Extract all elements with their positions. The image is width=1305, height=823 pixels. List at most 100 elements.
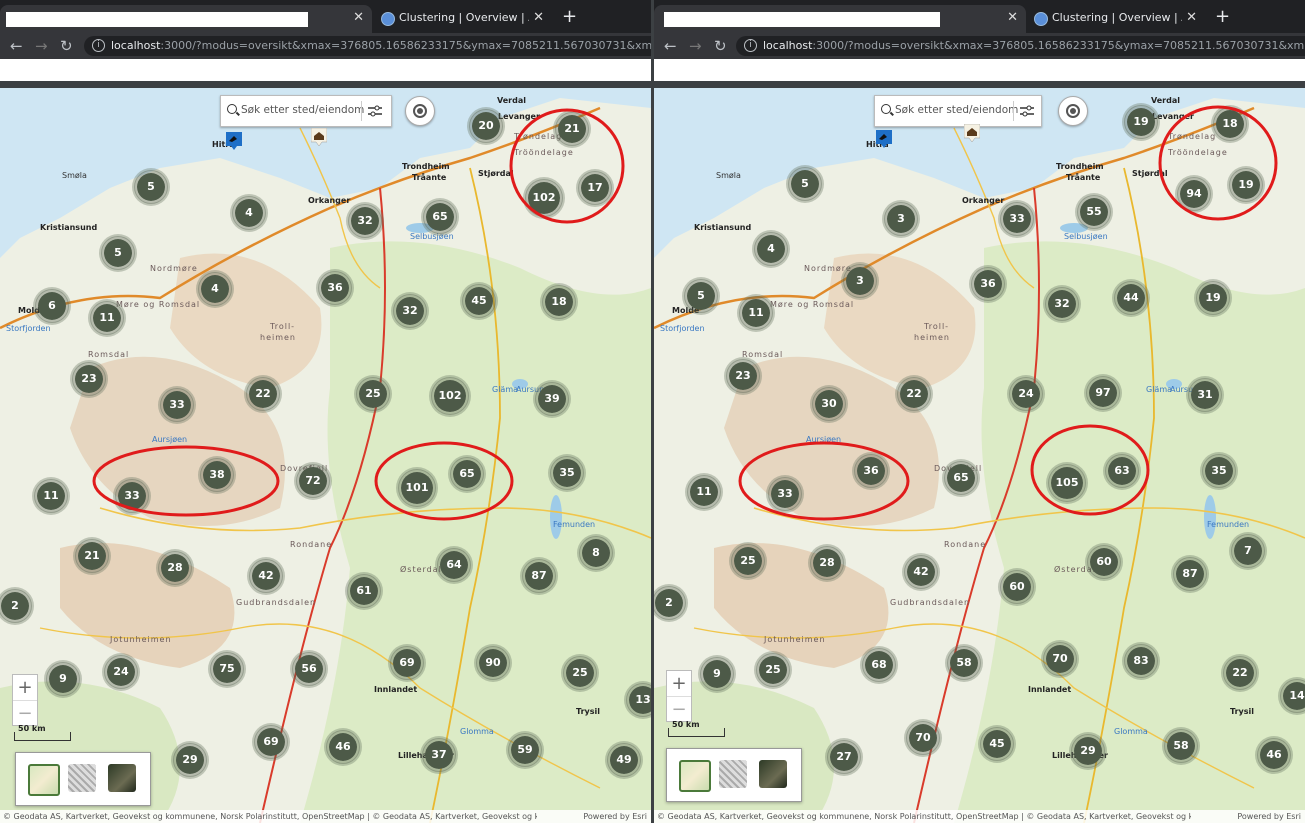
cluster-marker[interactable]: 3 xyxy=(884,202,918,236)
cluster-marker[interactable]: 42 xyxy=(904,555,938,589)
cluster-marker[interactable]: 21 xyxy=(555,112,589,146)
cluster-marker[interactable]: 11 xyxy=(90,301,124,335)
cluster-marker[interactable]: 46 xyxy=(1257,738,1291,772)
cluster-marker[interactable]: 22 xyxy=(897,377,931,411)
cluster-marker[interactable]: 5 xyxy=(788,167,822,201)
cluster-marker[interactable]: 29 xyxy=(173,743,207,777)
close-icon[interactable]: ✕ xyxy=(533,10,544,25)
info-icon[interactable]: i xyxy=(92,39,105,52)
filter-icon[interactable] xyxy=(368,105,382,117)
close-icon[interactable]: ✕ xyxy=(353,10,364,25)
new-tab-icon[interactable]: + xyxy=(1215,6,1230,27)
cluster-marker[interactable]: 94 xyxy=(1177,177,1211,211)
cluster-marker[interactable]: 70 xyxy=(1043,642,1077,676)
cluster-marker[interactable]: 20 xyxy=(469,109,503,143)
cluster-marker[interactable]: 60 xyxy=(1087,545,1121,579)
cluster-marker[interactable]: 33 xyxy=(768,477,802,511)
cluster-marker[interactable]: 58 xyxy=(1164,729,1198,763)
cluster-marker[interactable]: 3 xyxy=(843,264,877,298)
search-input[interactable]: Søk etter sted/eiendom xyxy=(895,104,1018,116)
powered-by-text[interactable]: Powered by Esri xyxy=(1237,810,1301,823)
cluster-marker[interactable]: 24 xyxy=(1009,377,1043,411)
cluster-marker[interactable]: 44 xyxy=(1114,281,1148,315)
cluster-marker[interactable]: 25 xyxy=(563,656,597,690)
forward-icon[interactable]: → xyxy=(35,37,48,55)
cluster-marker[interactable]: 7 xyxy=(1231,534,1265,568)
cluster-marker[interactable]: 87 xyxy=(522,559,556,593)
basemap-topo-button[interactable] xyxy=(679,760,711,792)
cluster-marker[interactable]: 87 xyxy=(1173,557,1207,591)
cluster-marker[interactable]: 11 xyxy=(739,296,773,330)
cluster-marker[interactable]: 39 xyxy=(535,382,569,416)
cluster-marker[interactable]: 21 xyxy=(75,539,109,573)
cluster-marker[interactable]: 65 xyxy=(423,200,457,234)
filter-icon[interactable] xyxy=(1020,105,1034,117)
info-icon[interactable]: i xyxy=(744,39,757,52)
cluster-marker[interactable]: 22 xyxy=(1223,656,1257,690)
reload-icon[interactable]: ↻ xyxy=(60,37,73,55)
cluster-marker[interactable]: 65 xyxy=(450,457,484,491)
forward-icon[interactable]: → xyxy=(689,37,702,55)
omnibox[interactable]: i localhost:3000/?modus=oversikt&xmax=37… xyxy=(84,36,651,56)
close-icon[interactable]: ✕ xyxy=(1186,10,1197,25)
cluster-marker[interactable]: 33 xyxy=(1000,202,1034,236)
cluster-marker[interactable]: 36 xyxy=(318,271,352,305)
search-widget[interactable]: Søk etter sted/eiendom xyxy=(220,95,392,127)
cluster-marker[interactable]: 60 xyxy=(1000,570,1034,604)
cluster-marker[interactable]: 32 xyxy=(1045,287,1079,321)
locate-icon[interactable] xyxy=(405,96,435,126)
basemap-topo-button[interactable] xyxy=(28,764,60,796)
zoom-in-button[interactable]: + xyxy=(13,675,37,700)
cluster-marker[interactable]: 19 xyxy=(1229,168,1263,202)
map-view[interactable]: Søk etter sted/eiendom + − 50 km © Geoda… xyxy=(0,88,651,823)
basemap-satellite-button[interactable] xyxy=(108,764,136,792)
cluster-marker[interactable]: 9 xyxy=(46,662,80,696)
cluster-marker[interactable]: 11 xyxy=(34,479,68,513)
cluster-marker[interactable]: 30 xyxy=(812,387,846,421)
cluster-marker[interactable]: 49 xyxy=(607,743,641,777)
cluster-marker[interactable]: 56 xyxy=(292,652,326,686)
reload-icon[interactable]: ↻ xyxy=(714,37,727,55)
cluster-marker[interactable]: 18 xyxy=(1213,107,1247,141)
cluster-marker[interactable]: 35 xyxy=(550,456,584,490)
cluster-marker[interactable]: 32 xyxy=(348,204,382,238)
zoom-out-button[interactable]: − xyxy=(13,700,37,726)
cluster-marker[interactable]: 38 xyxy=(200,458,234,492)
cluster-marker[interactable]: 55 xyxy=(1077,195,1111,229)
tab-clustering[interactable]: Clustering | Overview | ArcGIS M ✕ xyxy=(1028,5,1203,33)
cluster-marker[interactable]: 31 xyxy=(1188,378,1222,412)
cluster-marker[interactable]: 32 xyxy=(393,294,427,328)
cluster-marker[interactable]: 69 xyxy=(254,725,288,759)
cluster-marker[interactable]: 75 xyxy=(210,652,244,686)
cluster-marker[interactable]: 22 xyxy=(246,377,280,411)
cluster-marker[interactable]: 58 xyxy=(947,646,981,680)
tab-blank[interactable]: ✕ xyxy=(0,5,372,33)
cluster-marker[interactable]: 25 xyxy=(756,653,790,687)
cluster-marker[interactable]: 23 xyxy=(726,359,760,393)
cluster-marker[interactable]: 17 xyxy=(578,171,612,205)
cluster-marker[interactable]: 36 xyxy=(971,267,1005,301)
search-input[interactable]: Søk etter sted/eiendom xyxy=(241,104,364,116)
cluster-marker[interactable]: 27 xyxy=(827,740,861,774)
cluster-marker[interactable]: 90 xyxy=(476,646,510,680)
search-widget[interactable]: Søk etter sted/eiendom xyxy=(874,95,1042,127)
new-tab-icon[interactable]: + xyxy=(562,6,577,27)
fish-marker-icon[interactable] xyxy=(876,130,892,148)
cluster-marker[interactable]: 19 xyxy=(1196,281,1230,315)
basemap-relief-button[interactable] xyxy=(68,764,96,792)
cluster-marker[interactable]: 33 xyxy=(160,388,194,422)
cluster-marker[interactable]: 42 xyxy=(249,559,283,593)
cluster-marker[interactable]: 11 xyxy=(687,475,721,509)
house-marker-icon[interactable] xyxy=(964,124,980,142)
cluster-marker[interactable]: 19 xyxy=(1124,105,1158,139)
cluster-marker[interactable]: 28 xyxy=(158,551,192,585)
fish-marker-icon[interactable] xyxy=(226,132,242,150)
tab-blank[interactable]: ✕ xyxy=(654,5,1026,33)
cluster-marker[interactable]: 4 xyxy=(754,232,788,266)
cluster-marker[interactable]: 37 xyxy=(422,738,456,772)
cluster-marker[interactable]: 65 xyxy=(944,461,978,495)
tab-clustering[interactable]: Clustering | Overview | ArcGIS M ✕ xyxy=(375,5,550,33)
basemap-satellite-button[interactable] xyxy=(759,760,787,788)
cluster-marker[interactable]: 4 xyxy=(198,272,232,306)
cluster-marker[interactable]: 25 xyxy=(356,377,390,411)
